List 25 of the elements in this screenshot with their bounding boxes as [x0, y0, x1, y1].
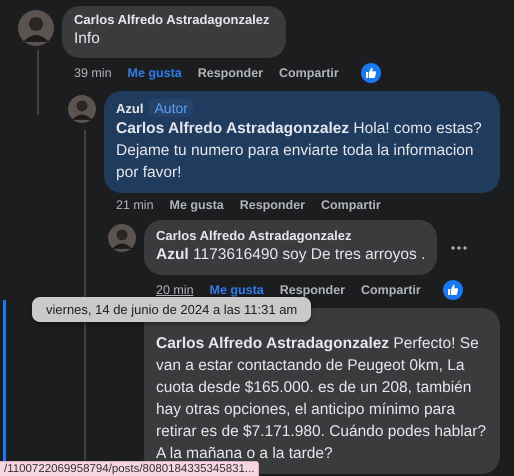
comment-time[interactable]: 21 min [116, 198, 154, 212]
thumbs-up-icon[interactable] [442, 280, 463, 300]
reply-link[interactable]: Responder [198, 66, 264, 80]
author-name[interactable]: Carlos Alfredo Astradagonzalez [74, 12, 270, 27]
share-link[interactable]: Compartir [279, 66, 339, 80]
comment-text: Azul 1173616490 soy De tres arroyos . [156, 245, 426, 265]
comment-text: Info [74, 29, 101, 49]
share-link[interactable]: Compartir [321, 198, 381, 212]
like-link[interactable]: Me gusta [170, 198, 224, 212]
author-badge: Autor [149, 99, 193, 117]
date-tooltip: viernes, 14 de junio de 2024 a las 11:31 am [32, 297, 312, 322]
like-link[interactable]: Me gusta [210, 283, 264, 297]
comment-time[interactable]: 39 min [74, 66, 112, 80]
reply-link[interactable]: Responder [240, 198, 306, 212]
comment-text: Carlos Alfredo Astradagonzalez Perfecto! Se van a estar contactando de Peugeot 0km, La cuota desde $165.000. es de un 208, también hay otras opciones, el anticipo mínimo para retirar es de $7.171.980. Cuándo podes hablar? A la mañana o a la tarde? [156, 334, 488, 464]
link-status-bar: /1100722069958794/posts/8080184335345831... [0, 461, 260, 476]
comment-text: Carlos Alfredo Astradagonzalez Hola! como estas? Dejame tu numero para enviarte toda la informacion por favor! [116, 119, 483, 183]
more-options-icon[interactable] [451, 246, 468, 250]
author-name[interactable]: Carlos Alfredo Astradagonzalez [156, 228, 352, 243]
like-link[interactable]: Me gusta [128, 66, 182, 80]
share-link[interactable]: Compartir [361, 283, 421, 297]
thumbs-up-icon[interactable] [360, 63, 381, 83]
comment-time[interactable]: 20 min [156, 283, 194, 297]
author-name[interactable]: Azul [116, 100, 144, 116]
reply-link[interactable]: Responder [280, 283, 346, 297]
